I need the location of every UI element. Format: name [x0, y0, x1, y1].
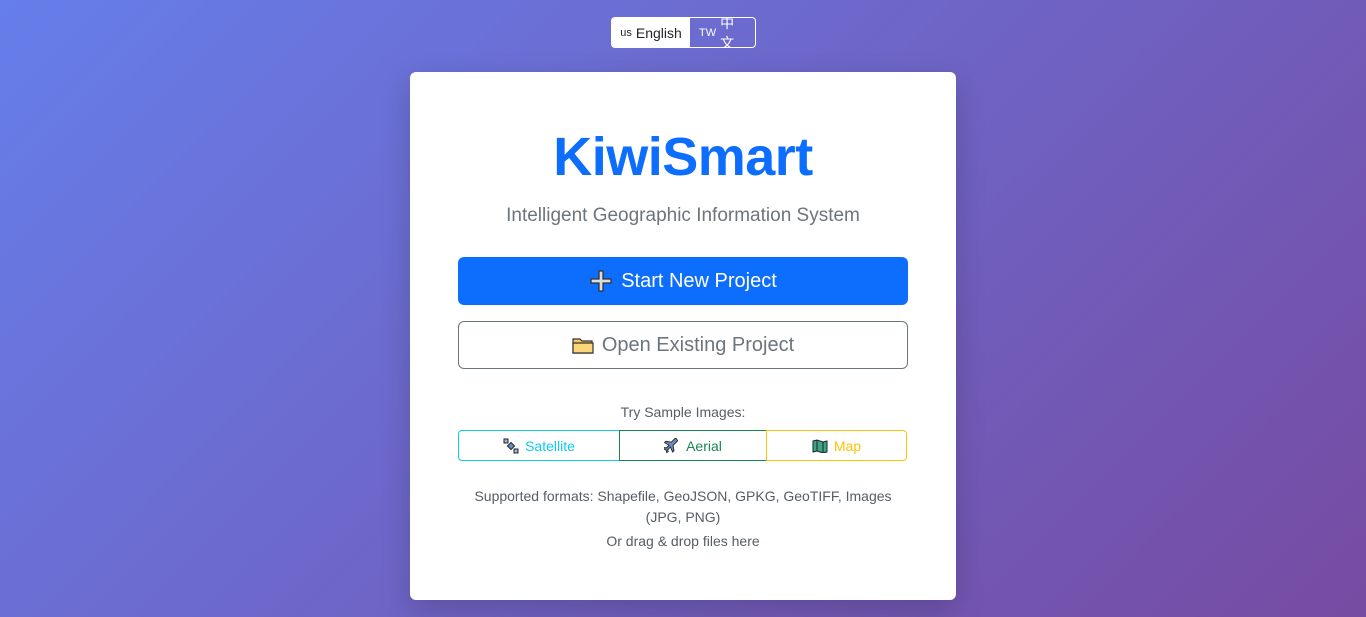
language-chinese-button[interactable]: TW 中文 — [690, 18, 755, 47]
open-existing-project-label: Open Existing Project — [601, 333, 795, 356]
language-english-label: English — [635, 24, 682, 41]
language-switcher: us English TW 中文 — [611, 17, 756, 48]
start-new-project-label: Start New Project — [621, 269, 777, 292]
drag-drop-hint: Or drag & drop files here — [606, 533, 760, 549]
app-subtitle: Intelligent Geographic Information Syste… — [506, 205, 860, 226]
language-english-button[interactable]: us English — [612, 18, 690, 47]
tw-flag-icon: TW — [699, 26, 717, 39]
sample-satellite-label: Satellite — [525, 437, 575, 454]
language-chinese-label: 中文 — [720, 17, 735, 48]
folder-icon — [572, 336, 594, 354]
supported-formats-text: Supported formats: Shapefile, GeoJSON, G… — [474, 488, 892, 525]
us-flag-icon: us — [620, 26, 632, 39]
open-existing-project-button[interactable]: Open Existing Project — [458, 321, 908, 369]
welcome-card: KiwiSmart Intelligent Geographic Informa… — [410, 72, 956, 600]
airplane-icon — [664, 437, 680, 454]
satellite-icon — [503, 438, 519, 454]
plus-icon — [589, 269, 613, 293]
sample-satellite-button[interactable]: Satellite — [458, 430, 620, 461]
sample-aerial-button[interactable]: Aerial — [619, 430, 767, 461]
map-icon — [812, 438, 828, 453]
sample-map-button[interactable]: Map — [766, 430, 907, 461]
sample-images-label: Try Sample Images: — [620, 404, 746, 420]
sample-map-label: Map — [833, 437, 862, 454]
sample-images-group: Satellite Aerial Map — [458, 430, 908, 461]
sample-aerial-label: Aerial — [686, 437, 722, 454]
start-new-project-button[interactable]: Start New Project — [458, 257, 908, 305]
app-title: KiwiSmart — [553, 127, 813, 187]
